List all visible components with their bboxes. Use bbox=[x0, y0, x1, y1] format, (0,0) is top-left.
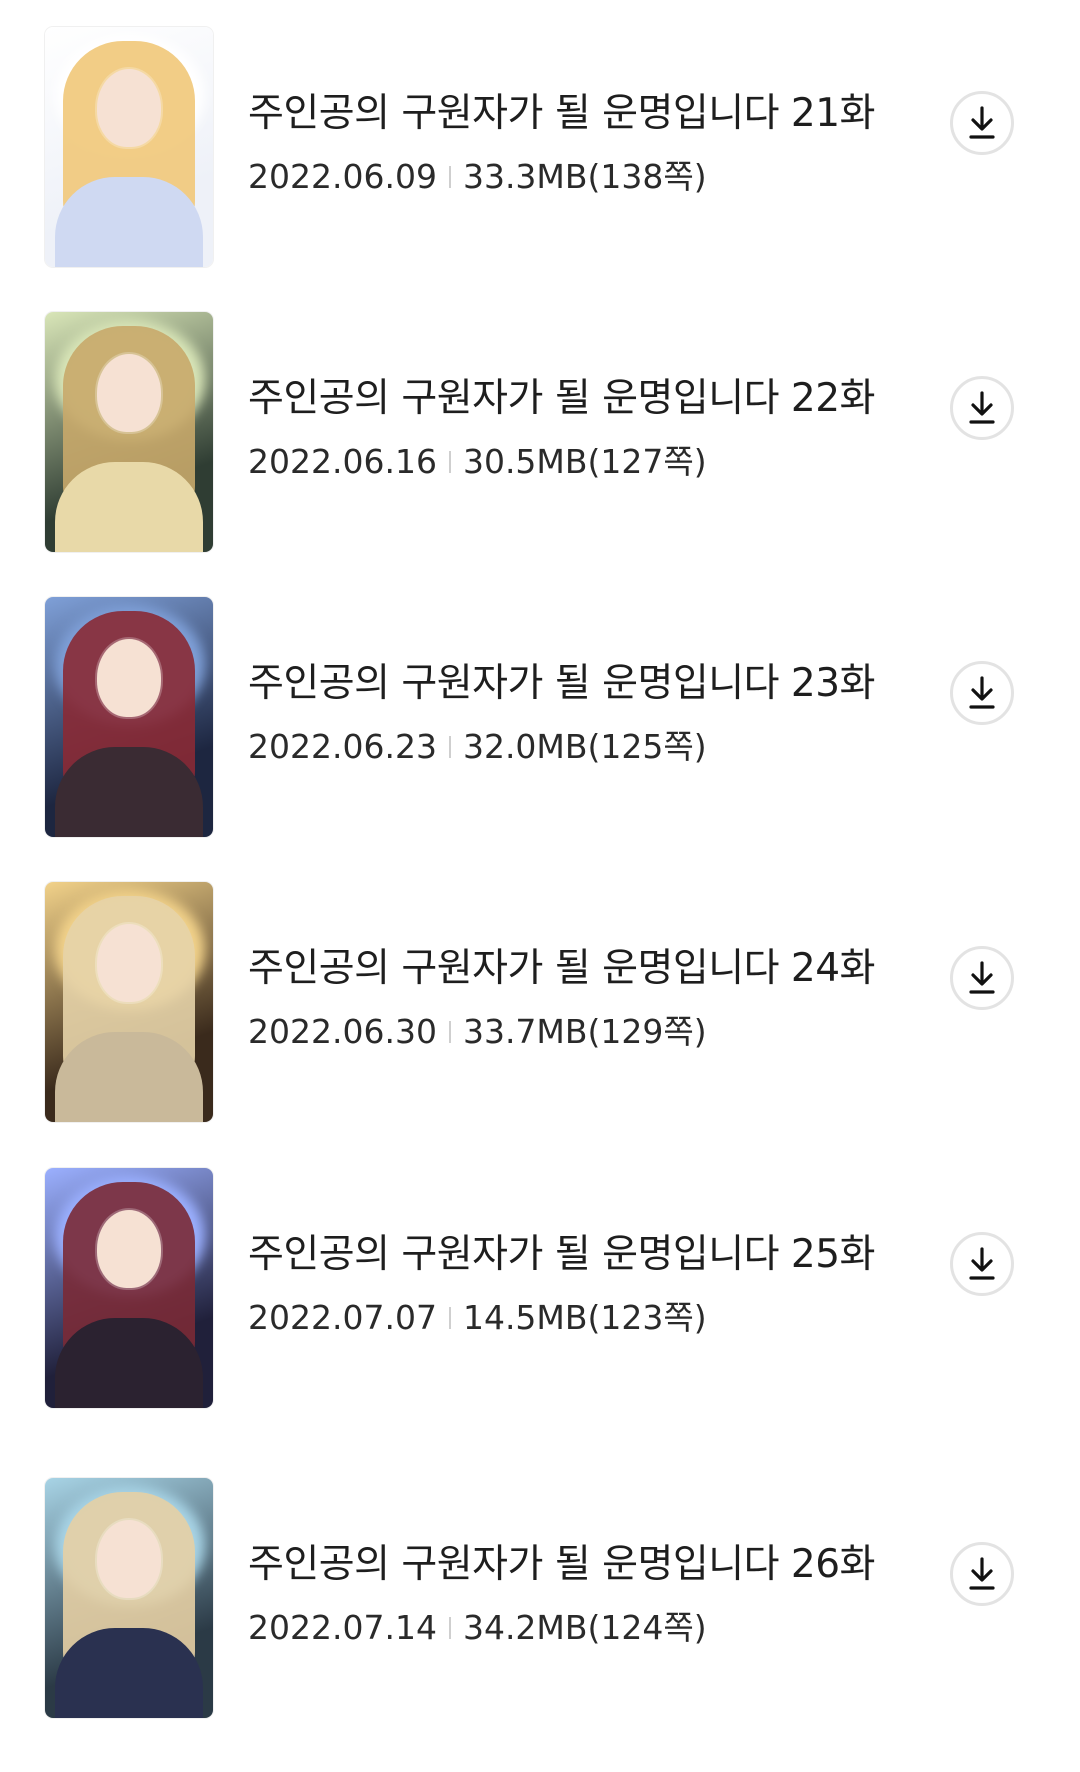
episode-date: 2022.07.07 bbox=[248, 1298, 437, 1337]
episode-row[interactable]: 주인공의 구원자가 될 운명입니다 24화 2022.06.30 33.7MB(… bbox=[0, 882, 1080, 1122]
meta-divider bbox=[448, 1617, 451, 1639]
download-button[interactable] bbox=[950, 661, 1014, 725]
episode-list: 주인공의 구원자가 될 운명입니다 21화 2022.06.09 33.3MB(… bbox=[0, 0, 1080, 1772]
episode-meta: 2022.06.16 30.5MB(127쪽) bbox=[248, 442, 707, 482]
download-icon bbox=[969, 106, 995, 139]
download-icon bbox=[969, 676, 995, 709]
episode-cover-thumbnail[interactable] bbox=[45, 312, 213, 552]
download-icon bbox=[969, 1247, 995, 1280]
episode-date: 2022.06.23 bbox=[248, 727, 437, 766]
download-icon bbox=[969, 1557, 995, 1590]
episode-date: 2022.06.30 bbox=[248, 1012, 437, 1051]
episode-row[interactable]: 주인공의 구원자가 될 운명입니다 23화 2022.06.23 32.0MB(… bbox=[0, 597, 1080, 837]
download-button[interactable] bbox=[950, 946, 1014, 1010]
episode-title[interactable]: 주인공의 구원자가 될 운명입니다 23화 bbox=[248, 661, 875, 707]
episode-file-size: 33.7MB(129쪽) bbox=[462, 1012, 707, 1051]
episode-cover-thumbnail[interactable] bbox=[45, 27, 213, 267]
meta-divider bbox=[448, 736, 451, 758]
episode-date: 2022.06.09 bbox=[248, 157, 437, 196]
download-button[interactable] bbox=[950, 1232, 1014, 1296]
download-button[interactable] bbox=[950, 91, 1014, 155]
episode-meta: 2022.06.23 32.0MB(125쪽) bbox=[248, 727, 707, 767]
episode-cover-thumbnail[interactable] bbox=[45, 597, 213, 837]
episode-meta: 2022.06.09 33.3MB(138쪽) bbox=[248, 157, 707, 197]
episode-title[interactable]: 주인공의 구원자가 될 운명입니다 25화 bbox=[248, 1232, 875, 1278]
download-button[interactable] bbox=[950, 1542, 1014, 1606]
episode-cover-thumbnail[interactable] bbox=[45, 882, 213, 1122]
episode-date: 2022.07.14 bbox=[248, 1608, 437, 1647]
episode-date: 2022.06.16 bbox=[248, 442, 437, 481]
episode-title[interactable]: 주인공의 구원자가 될 운명입니다 24화 bbox=[248, 946, 875, 992]
download-button[interactable] bbox=[950, 376, 1014, 440]
episode-file-size: 32.0MB(125쪽) bbox=[462, 727, 707, 766]
episode-title[interactable]: 주인공의 구원자가 될 운명입니다 21화 bbox=[248, 91, 875, 137]
meta-divider bbox=[448, 451, 451, 473]
episode-cover-thumbnail[interactable] bbox=[45, 1478, 213, 1718]
meta-divider bbox=[448, 1021, 451, 1043]
episode-row[interactable]: 주인공의 구원자가 될 운명입니다 25화 2022.07.07 14.5MB(… bbox=[0, 1168, 1080, 1408]
meta-divider bbox=[448, 1307, 451, 1329]
meta-divider bbox=[448, 166, 451, 188]
download-icon bbox=[969, 961, 995, 994]
episode-file-size: 14.5MB(123쪽) bbox=[462, 1298, 707, 1337]
episode-meta: 2022.06.30 33.7MB(129쪽) bbox=[248, 1012, 707, 1052]
episode-meta: 2022.07.07 14.5MB(123쪽) bbox=[248, 1298, 707, 1338]
episode-cover-thumbnail[interactable] bbox=[45, 1168, 213, 1408]
episode-file-size: 30.5MB(127쪽) bbox=[462, 442, 707, 481]
episode-meta: 2022.07.14 34.2MB(124쪽) bbox=[248, 1608, 707, 1648]
download-icon bbox=[969, 391, 995, 424]
episode-row[interactable]: 주인공의 구원자가 될 운명입니다 26화 2022.07.14 34.2MB(… bbox=[0, 1478, 1080, 1718]
episode-file-size: 34.2MB(124쪽) bbox=[462, 1608, 707, 1647]
episode-title[interactable]: 주인공의 구원자가 될 운명입니다 22화 bbox=[248, 376, 875, 422]
episode-row[interactable]: 주인공의 구원자가 될 운명입니다 21화 2022.06.09 33.3MB(… bbox=[0, 27, 1080, 267]
episode-file-size: 33.3MB(138쪽) bbox=[462, 157, 707, 196]
episode-row[interactable]: 주인공의 구원자가 될 운명입니다 22화 2022.06.16 30.5MB(… bbox=[0, 312, 1080, 552]
episode-title[interactable]: 주인공의 구원자가 될 운명입니다 26화 bbox=[248, 1542, 875, 1588]
